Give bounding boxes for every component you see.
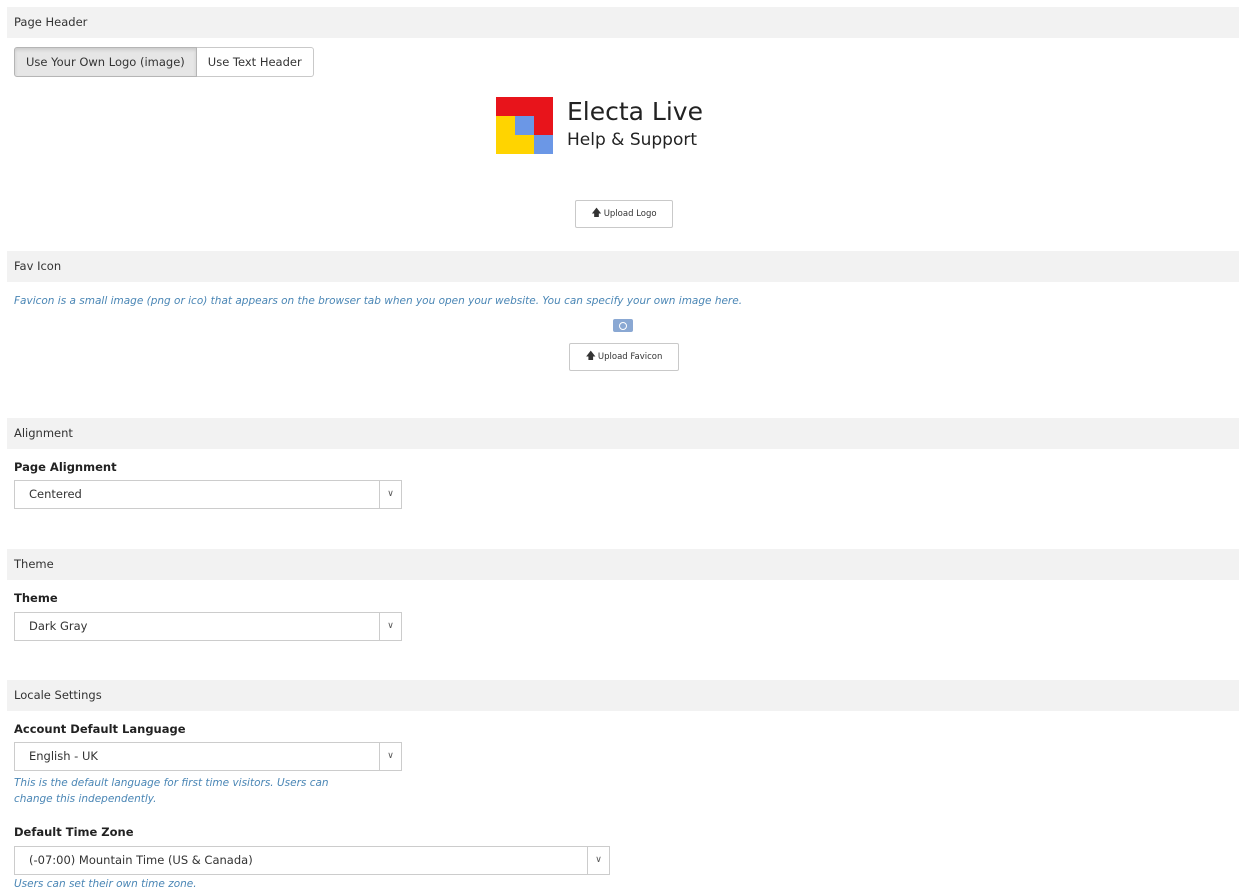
chevron-down-icon[interactable]: ∨	[379, 613, 401, 640]
page-alignment-label: Page Alignment	[14, 460, 117, 474]
section-title: Theme	[14, 557, 54, 571]
electa-logo-icon	[496, 97, 553, 154]
section-title: Page Header	[14, 15, 88, 29]
camera-icon	[613, 319, 633, 332]
page-alignment-value: Centered	[29, 487, 82, 501]
upload-icon: 🡅	[591, 208, 602, 219]
theme-select[interactable]: Dark Gray ∨	[14, 612, 402, 641]
page-alignment-select[interactable]: Centered ∨	[14, 480, 402, 509]
logo-preview: Electa Live Help & Support	[496, 97, 716, 155]
section-title: Alignment	[14, 426, 73, 440]
favicon-help-text: Favicon is a small image (png or ico) th…	[14, 295, 743, 307]
section-header-alignment: Alignment	[7, 418, 1239, 449]
use-text-header-button[interactable]: Use Text Header	[196, 47, 314, 77]
upload-logo-button[interactable]: 🡅 Upload Logo	[575, 200, 673, 228]
language-help-text-line1: This is the default language for first t…	[14, 777, 329, 789]
theme-value: Dark Gray	[29, 619, 88, 633]
logo-subtitle: Help & Support	[567, 130, 698, 150]
chevron-down-icon[interactable]: ∨	[379, 481, 401, 508]
default-timezone-select[interactable]: (-07:00) Mountain Time (US & Canada) ∨	[14, 846, 610, 875]
default-timezone-value: (-07:00) Mountain Time (US & Canada)	[29, 853, 253, 867]
default-language-value: English - UK	[29, 749, 98, 763]
theme-label: Theme	[14, 591, 58, 605]
section-title: Locale Settings	[14, 688, 102, 702]
section-header-locale-settings: Locale Settings	[7, 680, 1239, 711]
chevron-down-icon[interactable]: ∨	[379, 743, 401, 770]
upload-icon: 🡅	[585, 351, 596, 362]
section-header-page-header: Page Header	[7, 7, 1239, 38]
default-language-select[interactable]: English - UK ∨	[14, 742, 402, 771]
section-title: Fav Icon	[14, 259, 62, 273]
language-help-text-line2: change this independently.	[14, 793, 157, 805]
settings-page: Page Header Use Your Own Logo (image) Us…	[0, 0, 1239, 892]
section-header-fav-icon: Fav Icon	[7, 251, 1239, 282]
logo-title: Electa Live	[567, 97, 703, 126]
upload-logo-label: Upload Logo	[603, 209, 657, 219]
section-header-theme: Theme	[7, 549, 1239, 580]
upload-favicon-button[interactable]: 🡅 Upload Favicon	[569, 343, 679, 371]
default-language-label: Account Default Language	[14, 722, 186, 736]
timezone-help-text: Users can set their own time zone.	[14, 878, 197, 890]
upload-favicon-label: Upload Favicon	[597, 352, 663, 362]
chevron-down-icon[interactable]: ∨	[587, 847, 609, 874]
header-type-toggle: Use Your Own Logo (image) Use Text Heade…	[14, 47, 314, 77]
default-timezone-label: Default Time Zone	[14, 825, 134, 839]
use-own-logo-button[interactable]: Use Your Own Logo (image)	[14, 47, 197, 77]
